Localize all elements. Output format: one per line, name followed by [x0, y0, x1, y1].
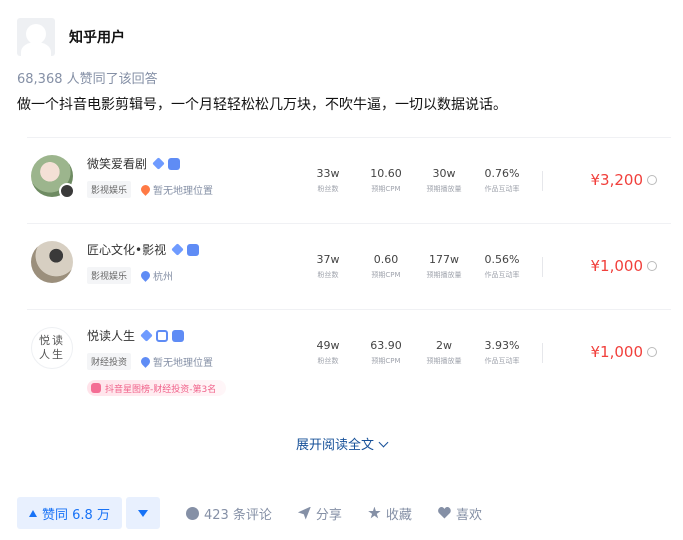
expand-full-text-button[interactable]: 展开阅读全文 [0, 434, 683, 453]
arrow-up-icon [29, 509, 37, 517]
plays-value: 30w [432, 167, 456, 180]
card-name: 微笑爱看剧 [87, 157, 148, 171]
downvote-button[interactable] [125, 497, 160, 529]
card-stats: 33w 粉丝数 10.60 预期CPM 30w 预期播放量 0.76% 作品互动率 [299, 167, 531, 194]
card-name: 悦读人生 [87, 329, 136, 343]
location: 暂无地理位置 [139, 354, 213, 369]
location: 暂无地理位置 [139, 182, 213, 197]
fans-value: 37w [316, 253, 340, 266]
card-stats: 49w 粉丝数 63.90 预期CPM 2w 预期播放量 3.93% 作品互动率 [299, 339, 531, 366]
location-pin-icon [139, 183, 152, 196]
favorite-button[interactable]: 收藏 [368, 504, 412, 523]
comment-icon [185, 506, 199, 520]
chevron-down-icon [378, 437, 389, 448]
shop-icon [168, 157, 181, 170]
price: ¥1,000 [590, 257, 657, 275]
shop-icon [187, 243, 200, 256]
diamond-icon [171, 243, 184, 256]
comment-button[interactable]: 423 条评论 [185, 504, 272, 523]
star-icon [368, 506, 381, 519]
influencer-card-list: 微笑爱看剧 影视娱乐 暂无地理位置 33w 粉丝数 10.60 预期CPM 30w 预… [17, 137, 671, 422]
fans-value: 49w [316, 339, 340, 352]
info-icon[interactable] [647, 347, 657, 357]
rank-badge: 抖音星图榜-财经投资-第3名 [87, 380, 227, 396]
share-icon [297, 506, 311, 520]
price: ¥3,200 [590, 171, 657, 189]
diamond-icon [152, 157, 165, 170]
cpm-value: 0.60 [373, 253, 399, 266]
q-icon [156, 329, 169, 342]
like-button[interactable]: 喜欢 [438, 504, 482, 523]
arrow-down-icon [137, 509, 148, 517]
card-avatar: 悦读 人生 [31, 327, 73, 369]
info-icon[interactable] [647, 175, 657, 185]
cpm-value: 63.90 [370, 339, 402, 352]
vote-summary: 68,368 人赞同了该回答 [17, 72, 158, 87]
location-pin-icon [139, 269, 152, 282]
rate-value: 3.93% [484, 339, 520, 352]
influencer-card[interactable]: 匠心文化•影视 影视娱乐 杭州 37w 粉丝数 0.60 预期CPM 177w 预期播… [17, 223, 671, 309]
rate-value: 0.76% [484, 167, 520, 180]
heart-icon [438, 507, 451, 520]
upvote-button[interactable]: 赞同 6.8 万 [17, 497, 122, 529]
cpm-value: 10.60 [370, 167, 402, 180]
category-tag: 影视娱乐 [87, 181, 132, 198]
info-icon[interactable] [647, 261, 657, 271]
card-name: 匠心文化•影视 [87, 243, 167, 257]
share-button[interactable]: 分享 [297, 504, 342, 523]
location: 杭州 [139, 268, 173, 283]
answer-action-bar: 赞同 6.8 万 423 条评论 分享 收藏 喜欢 [17, 497, 482, 529]
price-value: ¥3,200 [590, 171, 644, 189]
answer-text: 做一个抖音电影剪辑号，一个月轻轻松松几万块，不吹牛逼，一切以数据说话。 [17, 97, 507, 113]
price-value: ¥1,000 [590, 257, 644, 275]
card-stats: 37w 粉丝数 0.60 预期CPM 177w 预期播放量 0.56% 作品互动率 [299, 253, 531, 280]
category-tag: 影视娱乐 [87, 267, 132, 284]
influencer-card[interactable]: 悦读 人生 悦读人生 财经投资 暂无地理位置 49w 粉丝数 63.90 预期CPM … [17, 309, 671, 414]
plays-value: 2w [436, 339, 452, 352]
influencer-card[interactable]: 微笑爱看剧 影视娱乐 暂无地理位置 33w 粉丝数 10.60 预期CPM 30w 预… [17, 137, 671, 223]
plays-value: 177w [429, 253, 459, 266]
author-header: 知乎用户 [17, 18, 125, 56]
author-avatar[interactable] [17, 18, 55, 56]
rate-value: 0.56% [484, 253, 520, 266]
diamond-icon [140, 329, 153, 342]
card-avatar [31, 241, 73, 283]
fans-value: 33w [316, 167, 340, 180]
verified-badge-icon [59, 183, 75, 199]
shop-icon [172, 329, 185, 342]
author-name[interactable]: 知乎用户 [69, 27, 125, 47]
price-value: ¥1,000 [590, 343, 644, 361]
category-tag: 财经投资 [87, 353, 132, 370]
price: ¥1,000 [590, 343, 657, 361]
location-pin-icon [139, 355, 152, 368]
